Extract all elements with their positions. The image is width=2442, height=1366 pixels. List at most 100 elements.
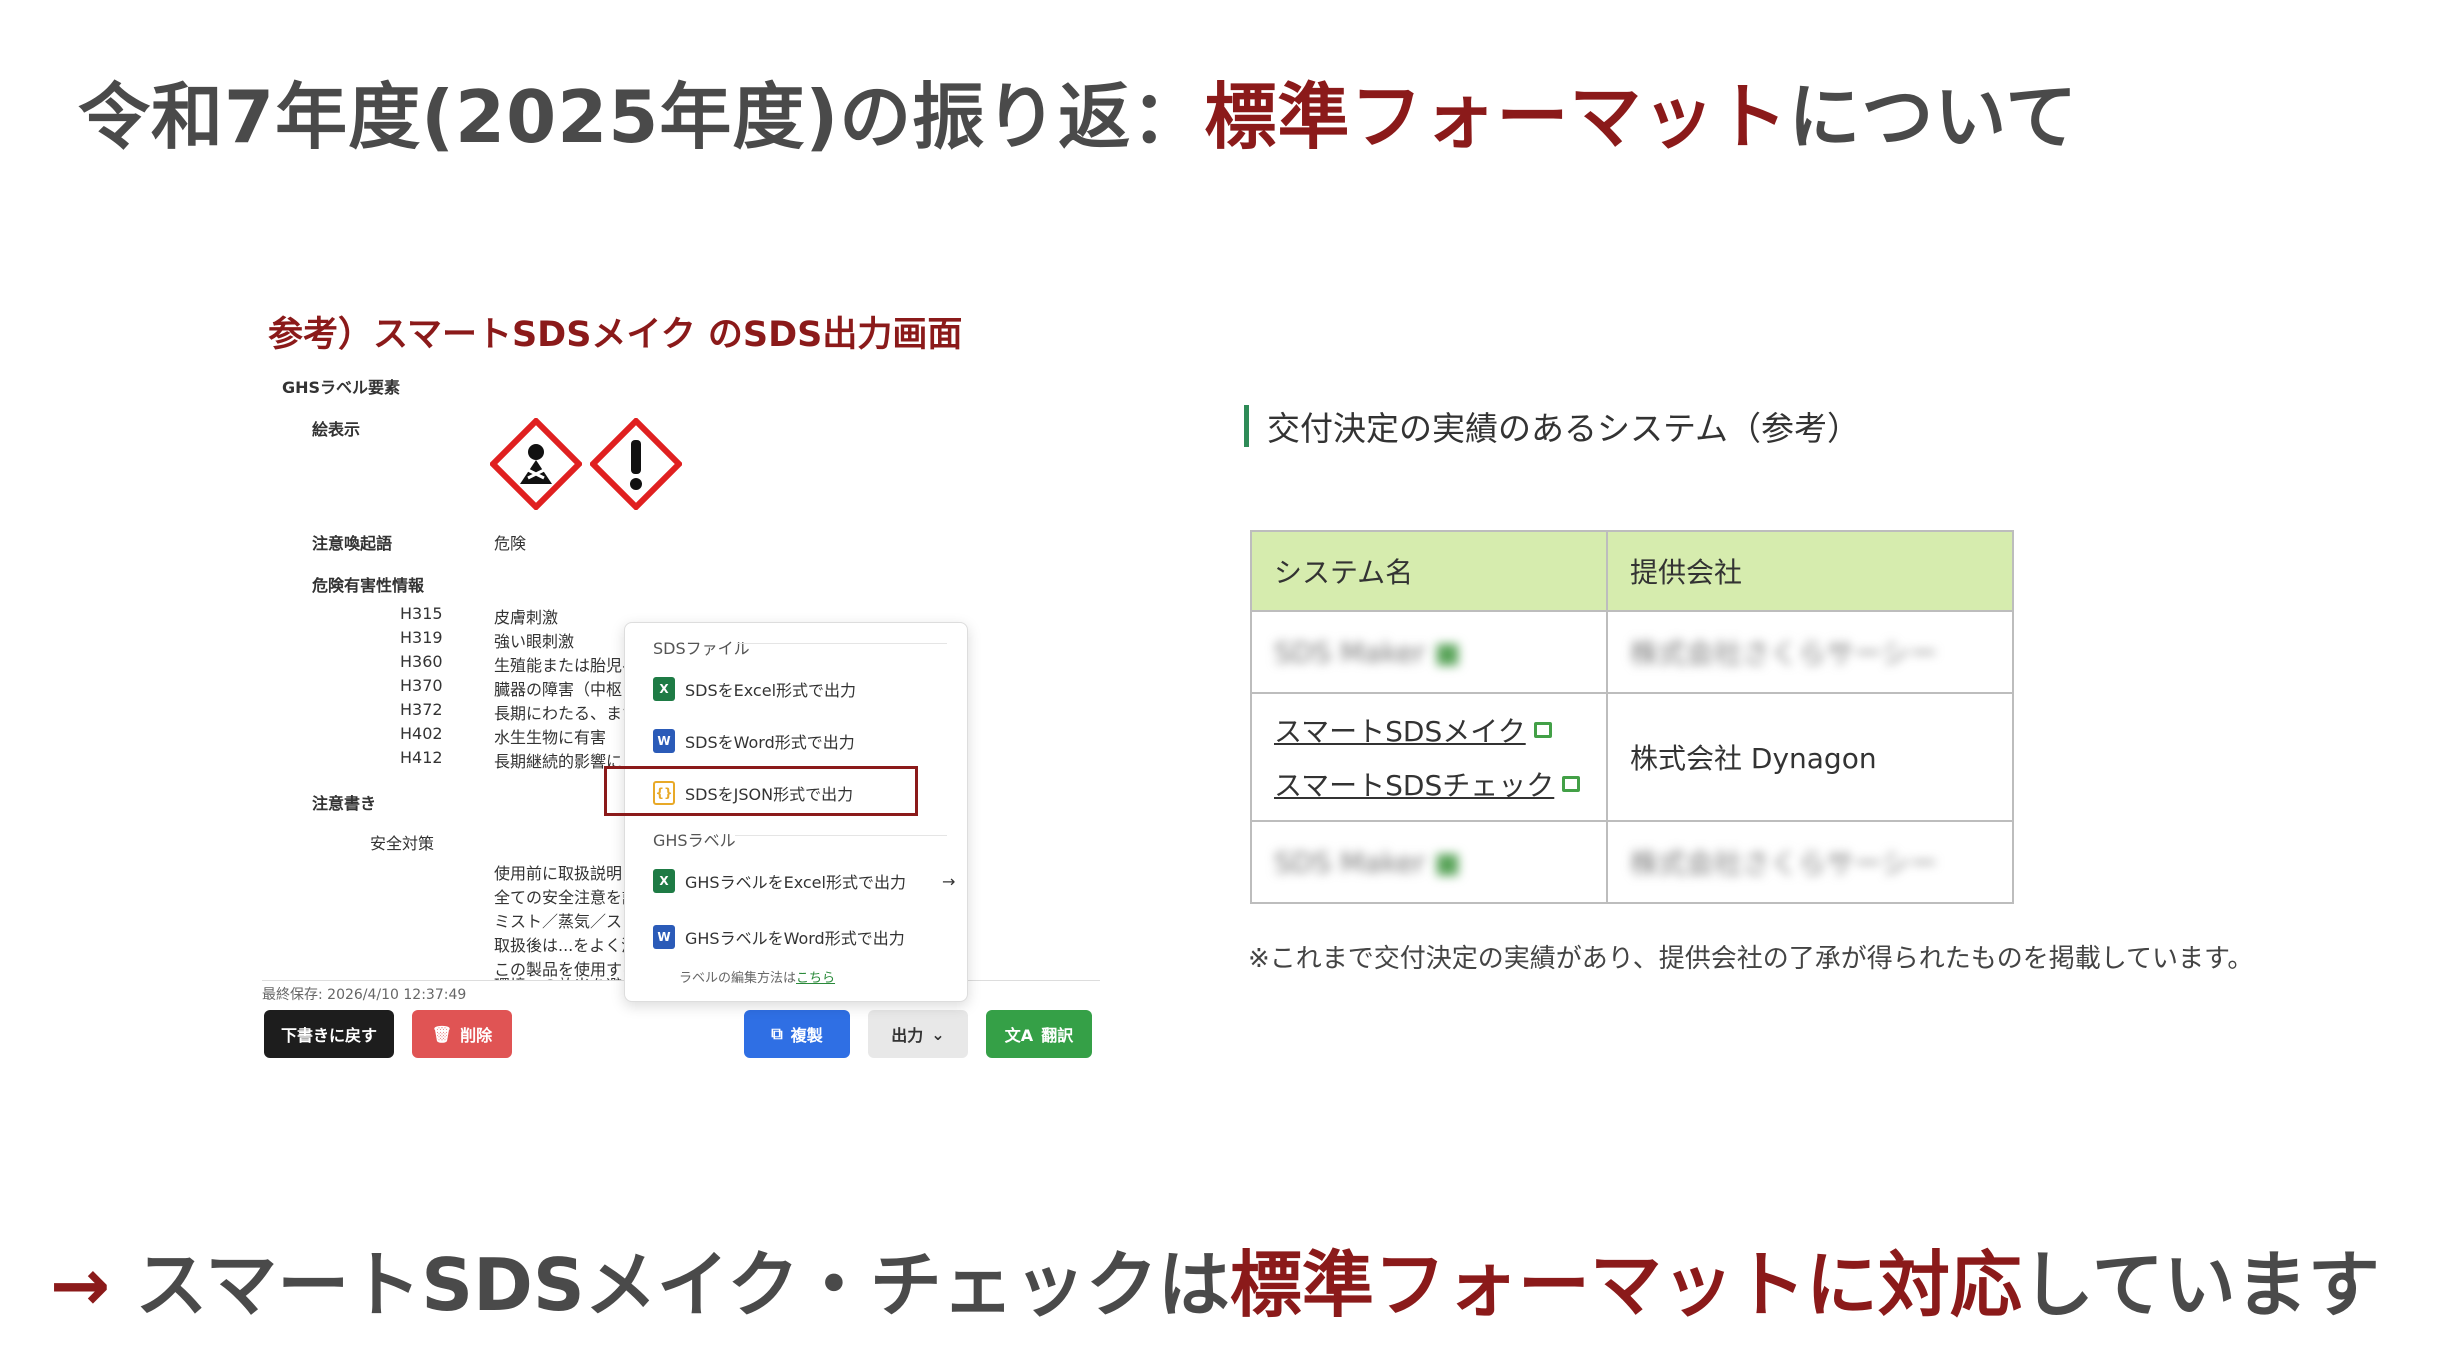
column-header-system: システム名 <box>1250 530 1608 612</box>
menu-divider <box>737 643 947 644</box>
back-to-draft-label: 下書きに戻す <box>280 1026 377 1045</box>
label-edit-text: ラベルの編集方法は <box>679 971 797 986</box>
menu-item-label: GHSラベルをExcel形式で出力 <box>685 873 906 892</box>
hazard-code: H315 <box>400 604 443 623</box>
external-link-icon <box>1562 776 1581 792</box>
title-part1: 令和7年度(2025年度)の振り返： <box>78 75 1205 159</box>
excel-file-icon: X <box>653 677 675 701</box>
external-link-icon <box>1533 722 1552 738</box>
output-label: 出力 <box>891 1026 924 1045</box>
translate-label: 翻訳 <box>1041 1026 1074 1045</box>
blurred-provider-name: 株式会社さくらサーシー <box>1630 847 1938 880</box>
title-part2: について <box>1788 75 2079 159</box>
hazard-text: 長期継続的影響に <box>494 752 623 771</box>
menu-item-label: SDSをExcel形式で出力 <box>685 681 857 700</box>
arrow-right-icon: → <box>50 1243 136 1327</box>
hazard-text: 生殖能または胎児へ <box>494 656 639 675</box>
systems-table: システム名 提供会社 SDS Maker ■ 株式会社さくらサーシー スマートS… <box>1250 530 2014 904</box>
json-option-highlight-box <box>604 766 918 816</box>
table-header-row: システム名 提供会社 <box>1250 530 2014 612</box>
word-file-icon: W <box>653 925 675 949</box>
precaution-text: 使用前に取扱説明 <box>494 864 623 883</box>
external-link-icon: ■ <box>1434 635 1461 669</box>
trash-icon: 🗑 <box>431 1024 453 1044</box>
safety-measures-label: 安全対策 <box>370 834 435 853</box>
blurred-system-name: SDS Maker <box>1274 845 1426 879</box>
precaution-text: 環境への放出を避け <box>494 972 638 980</box>
menu-item-sds-excel[interactable]: X SDSをExcel形式で出力 <box>653 677 856 701</box>
hazard-code: H372 <box>400 700 443 719</box>
system-cell: SDS Maker ■ <box>1250 820 1608 904</box>
excel-file-icon: X <box>653 869 675 893</box>
system-cell: SDS Maker ■ <box>1250 610 1608 694</box>
blurred-provider-name: 株式会社さくらサーシー <box>1630 637 1938 670</box>
copy-icon: ⧉ <box>771 1024 783 1043</box>
conclusion-part2: しています <box>2021 1243 2380 1327</box>
menu-item-sds-word[interactable]: W SDSをWord形式で出力 <box>653 729 855 753</box>
signal-word-label: 注意喚起語 <box>312 534 393 553</box>
provider-cell: 株式会社さくらサーシー <box>1606 820 2014 904</box>
translate-icon: 文A <box>1004 1026 1034 1045</box>
external-link-icon: ■ <box>1434 845 1461 879</box>
hazard-info-label: 危険有害性情報 <box>312 576 425 595</box>
menu-item-ghs-excel[interactable]: X GHSラベルをExcel形式で出力 → <box>653 869 955 893</box>
menu-item-label: SDSをWord形式で出力 <box>685 733 855 752</box>
table-row: SDS Maker ■ 株式会社さくらサーシー <box>1250 610 2014 694</box>
title-accent: 標準フォーマット <box>1204 75 1789 159</box>
hazard-text: 皮膚刺激 <box>494 608 559 627</box>
hazard-code: H402 <box>400 724 443 743</box>
hazard-code: H412 <box>400 748 443 767</box>
systems-heading-text: 交付決定の実績のあるシステム（参考） <box>1267 409 1861 448</box>
smart-sds-check-link[interactable]: スマートSDSチェック <box>1274 764 1581 804</box>
delete-label: 削除 <box>460 1026 493 1045</box>
duplicate-button[interactable]: ⧉ 複製 <box>744 1010 850 1058</box>
precaution-text: 全ての安全注意を読 <box>494 888 639 907</box>
hazard-text: 水生生物に有害 <box>494 728 607 747</box>
menu-divider <box>735 835 947 836</box>
hazard-code: H370 <box>400 676 443 695</box>
arrow-right-icon: → <box>941 871 956 891</box>
chevron-down-icon: ⌄ <box>931 1024 945 1044</box>
conclusion-accent: 標準フォーマットに対応 <box>1229 1243 2022 1327</box>
table-row: SDS Maker ■ 株式会社さくらサーシー <box>1250 820 2014 904</box>
systems-heading: 交付決定の実績のあるシステム（参考） <box>1244 402 1860 450</box>
hazard-text: 強い眼刺激 <box>494 632 575 651</box>
provider-cell: 株式会社さくらサーシー <box>1606 610 2014 694</box>
systems-footnote: ※これまで交付決定の実績があり、提供会社の了承が得られたものを掲載しています。 <box>1248 944 2254 974</box>
back-to-draft-button[interactable]: 下書きに戻す <box>264 1010 394 1058</box>
precaution-label: 注意書き <box>312 794 377 813</box>
smart-sds-make-link[interactable]: スマートSDSメイク <box>1274 710 1552 750</box>
reference-title: 参考）スマートSDSメイク のSDS出力画面 <box>268 315 963 355</box>
heading-accent-bar <box>1244 405 1249 447</box>
provider-cell: 株式会社 Dynagon <box>1606 692 2014 822</box>
pictogram-label: 絵表示 <box>312 420 361 439</box>
signal-word-value: 危険 <box>494 534 527 553</box>
hazard-code: H360 <box>400 652 443 671</box>
column-header-provider: 提供会社 <box>1606 530 2014 612</box>
word-file-icon: W <box>653 729 675 753</box>
label-edit-link[interactable]: こちら <box>796 967 835 986</box>
menu-section-sds: SDSファイル <box>653 639 750 658</box>
menu-item-label: GHSラベルをWord形式で出力 <box>685 929 905 948</box>
duplicate-label: 複製 <box>790 1026 823 1045</box>
output-dropdown-button[interactable]: 出力 ⌄ <box>868 1010 968 1058</box>
delete-button[interactable]: 🗑 削除 <box>412 1010 512 1058</box>
smart-sds-check-text: スマートSDSチェック <box>1274 769 1555 802</box>
last-saved-timestamp: 最終保存: 2026/4/10 12:37:49 <box>262 987 467 1003</box>
translate-button[interactable]: 文A 翻訳 <box>986 1010 1092 1058</box>
hazard-text: 長期にわたる、また <box>494 704 639 723</box>
system-cell: スマートSDSメイク スマートSDSチェック <box>1250 692 1608 822</box>
table-row: スマートSDSメイク スマートSDSチェック 株式会社 Dynagon <box>1250 692 2014 822</box>
menu-item-ghs-word[interactable]: W GHSラベルをWord形式で出力 <box>653 925 905 949</box>
hazard-text: 臓器の障害（中枢 <box>494 680 623 699</box>
slide-title: 令和7年度(2025年度)の振り返：標準フォーマットについて <box>78 58 2078 163</box>
hazard-code: H319 <box>400 628 443 647</box>
precaution-text: 取扱後は...をよく洗 <box>494 936 638 955</box>
blurred-system-name: SDS Maker <box>1274 635 1426 669</box>
exclamation-pictogram-icon <box>590 418 682 510</box>
menu-section-ghs: GHSラベル <box>653 831 736 850</box>
label-edit-note: ラベルの編集方法は こちら <box>679 967 835 986</box>
conclusion-part1: スマートSDSメイク・チェックは <box>135 1243 1230 1327</box>
conclusion-text: → スマートSDSメイク・チェックは標準フォーマットに対応しています <box>50 1226 2380 1331</box>
ghs-section-heading: GHSラベル要素 <box>282 378 401 397</box>
